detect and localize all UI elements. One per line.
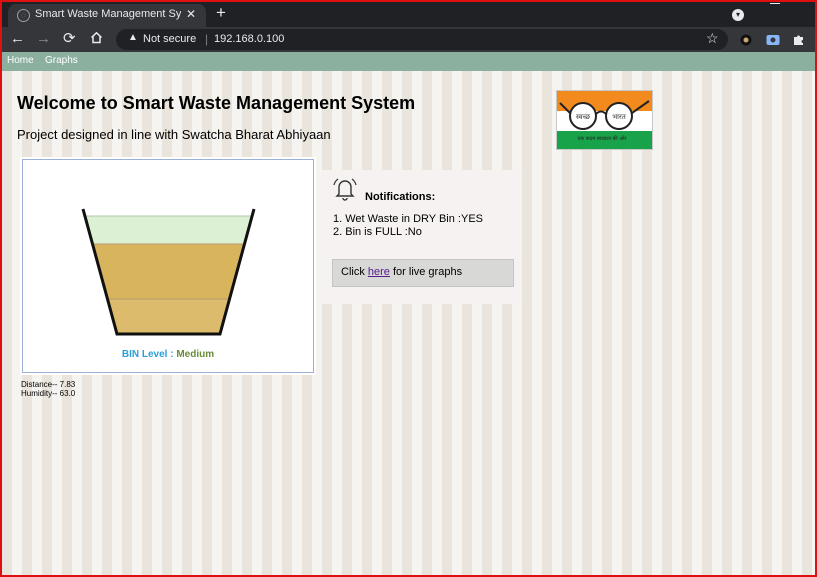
security-label[interactable]: Not secure xyxy=(143,33,196,45)
live-graphs-text: Click here for live graphs xyxy=(341,266,463,278)
url-text[interactable]: 192.168.0.100 xyxy=(214,33,284,45)
minimize-icon[interactable] xyxy=(770,3,780,4)
tab-search-icon[interactable]: ▾ xyxy=(732,9,744,21)
nav-home-link[interactable]: Home xyxy=(7,55,34,66)
svg-text:एक कदम स्वच्छता की ओर: एक कदम स्वच्छता की ओर xyxy=(578,135,628,142)
svg-text:स्वच्छ: स्वच्छ xyxy=(576,113,591,121)
browser-toolbar: ← → ⟳ ▲ Not secure | 192.168.0.100 ☆ xyxy=(2,27,815,52)
back-icon[interactable]: ← xyxy=(10,30,25,48)
extension-camera-icon[interactable] xyxy=(766,33,780,51)
separator: | xyxy=(205,32,209,46)
humidity-reading: Humidity-- 63.0 xyxy=(21,389,76,398)
bin-level-value: Medium xyxy=(176,349,214,360)
browser-window: ◌ Smart Waste Management Syste ✕ + ▾ ← →… xyxy=(0,0,817,577)
live-graphs-link[interactable]: here xyxy=(368,266,390,278)
close-tab-icon[interactable]: ✕ xyxy=(186,7,196,21)
extensions-puzzle-icon[interactable] xyxy=(792,33,805,51)
page-content: Home Graphs Welcome to Smart Waste Manag… xyxy=(2,52,815,575)
home-icon[interactable] xyxy=(90,31,103,49)
notification-item-2: 2. Bin is FULL :No xyxy=(333,226,422,238)
svg-text:भारत: भारत xyxy=(612,113,627,121)
reload-icon[interactable]: ⟳ xyxy=(63,30,76,48)
address-bar[interactable]: ▲ Not secure | 192.168.0.100 ☆ xyxy=(116,29,728,50)
notifications-title: Notifications: xyxy=(365,191,436,203)
bin-level-panel: BIN Level : Medium xyxy=(22,159,314,373)
page-title: Welcome to Smart Waste Management System xyxy=(17,93,416,113)
bin-fill xyxy=(83,215,254,334)
site-navbar: Home Graphs xyxy=(2,52,815,71)
warning-icon[interactable]: ▲ xyxy=(128,32,138,43)
tab-strip: ◌ Smart Waste Management Syste ✕ + ▾ xyxy=(2,2,815,27)
notification-item-1: 1. Wet Waste in DRY Bin :YES xyxy=(333,213,483,225)
bin-layer-light xyxy=(83,216,254,244)
browser-tab[interactable]: ◌ Smart Waste Management Syste ✕ xyxy=(8,4,206,27)
live-graphs-box: Click here for live graphs xyxy=(332,259,514,287)
globe-icon: ◌ xyxy=(17,9,30,22)
distance-reading: Distance-- 7.83 xyxy=(21,380,76,389)
bin-level-label: BIN Level : xyxy=(122,349,176,360)
extension-dot-icon[interactable] xyxy=(740,33,752,51)
bell-icon xyxy=(331,176,359,207)
page-subtitle: Project designed in line with Swatcha Bh… xyxy=(17,127,331,142)
swachh-bharat-logo: स्वच्छ भारत एक कदम स्वच्छता की ओर xyxy=(556,90,653,150)
notifications-panel: Notifications: 1. Wet Waste in DRY Bin :… xyxy=(321,170,522,304)
svg-text:BIN Level : Medium: BIN Level : Medium xyxy=(122,349,214,360)
bookmark-star-icon[interactable]: ☆ xyxy=(706,30,719,47)
new-tab-icon[interactable]: + xyxy=(216,3,226,23)
nav-graphs-link[interactable]: Graphs xyxy=(45,55,78,66)
forward-icon[interactable]: → xyxy=(36,30,51,48)
tab-title: Smart Waste Management Syste xyxy=(35,8,181,20)
